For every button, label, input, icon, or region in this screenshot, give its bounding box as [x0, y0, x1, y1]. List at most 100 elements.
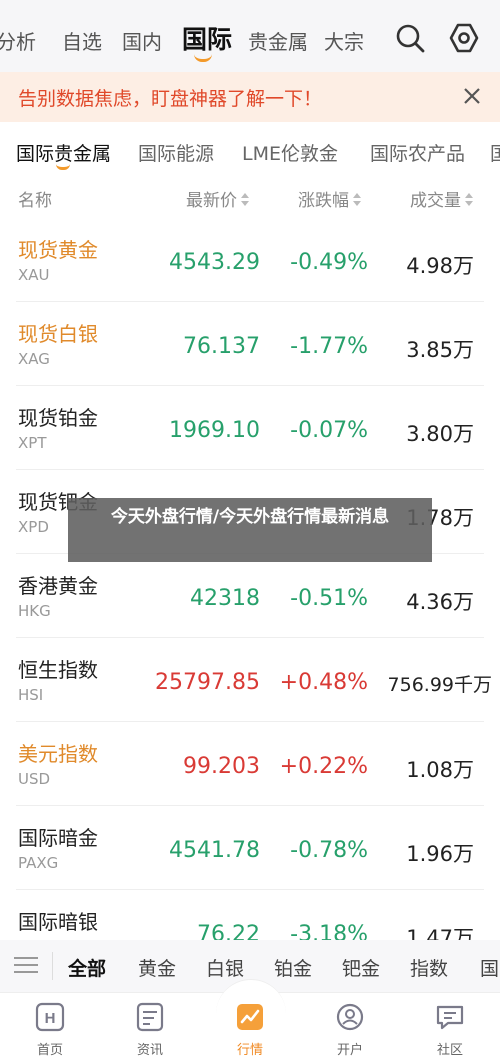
change-percent: -0.78%	[290, 838, 368, 863]
filter-silver[interactable]: 白银	[206, 954, 244, 981]
tabbar-item-account[interactable]: 开户	[320, 1001, 380, 1058]
tabbar-label: 开户	[336, 1043, 363, 1058]
instrument-code: XAU	[18, 266, 50, 284]
article-title-overlay: 今天外盘行情/今天外盘行情最新消息	[68, 498, 432, 562]
instrument-name: 恒生指数	[18, 658, 98, 682]
filter-separator	[52, 952, 53, 980]
instrument-code: XPT	[18, 434, 47, 452]
instrument-code: XPD	[18, 518, 49, 536]
instrument-code: XAG	[18, 350, 50, 368]
instrument-code: USD	[18, 770, 51, 788]
column-header-volume[interactable]: 成交量	[410, 186, 473, 211]
nav-tab-domestic[interactable]: 国内	[122, 26, 162, 55]
instrument-code: HKG	[18, 602, 51, 620]
latest-price: 42318	[190, 586, 260, 611]
change-percent: -0.07%	[290, 418, 368, 443]
sort-icon	[241, 193, 249, 207]
news-icon	[134, 1001, 166, 1033]
latest-price: 76.137	[183, 334, 260, 359]
change-percent: +0.48%	[279, 670, 368, 695]
instrument-name: 现货铂金	[18, 406, 98, 430]
promo-banner[interactable]: 告别数据焦虑，盯盘神器了解一下！	[0, 72, 500, 122]
volume: 756.99千万	[387, 674, 492, 696]
tabbar-item-community[interactable]: 社区	[420, 1001, 480, 1058]
latest-price: 4541.78	[169, 838, 260, 863]
column-header-change-label: 涨跌幅	[298, 191, 349, 211]
instrument-code: PAXG	[18, 854, 59, 872]
settings-hexagon-icon[interactable]	[448, 22, 480, 54]
instrument-name: 香港黄金	[18, 574, 98, 598]
category-tab-lme-london-gold[interactable]: LME伦敦金	[242, 139, 338, 166]
table-row[interactable]: 现货黄金 XAU 4543.29 -0.49% 4.98万	[0, 218, 500, 302]
filter-platinum[interactable]: 铂金	[274, 954, 312, 981]
instrument-name: 国际暗银	[18, 910, 98, 934]
table-row[interactable]: 美元指数 USD 99.203 +0.22% 1.08万	[0, 722, 500, 806]
tabbar-item-home[interactable]: H 首页	[20, 1001, 80, 1058]
tabbar-label: 行情	[236, 1043, 263, 1058]
column-header-name: 名称	[18, 191, 52, 211]
filter-index[interactable]: 指数	[410, 954, 448, 981]
category-active-indicator	[56, 164, 70, 170]
tabbar-item-news[interactable]: 资讯	[120, 1001, 180, 1058]
instrument-name: 国际暗金	[18, 826, 98, 850]
filter-all[interactable]: 全部	[68, 954, 106, 981]
latest-price: 25797.85	[155, 670, 260, 695]
search-icon[interactable]	[394, 22, 426, 54]
filter-more[interactable]: 国	[480, 954, 499, 981]
category-tab-intl-precious-metals[interactable]: 国际贵金属	[16, 139, 111, 166]
volume: 1.08万	[406, 758, 474, 782]
category-tab-more[interactable]: 国	[490, 139, 500, 166]
home-icon: H	[34, 1001, 66, 1033]
column-header-volume-label: 成交量	[410, 191, 461, 211]
instrument-name: 现货白银	[18, 322, 98, 346]
filter-gold[interactable]: 黄金	[138, 954, 176, 981]
column-header-price[interactable]: 最新价	[186, 186, 249, 211]
volume: 4.36万	[406, 590, 474, 614]
table-header: 名称 最新价 涨跌幅 成交量	[0, 176, 500, 216]
nav-tab-international[interactable]: 国际	[182, 20, 232, 56]
instrument-name: 美元指数	[18, 742, 98, 766]
instrument-code: HSI	[18, 686, 44, 704]
menu-icon[interactable]	[14, 954, 40, 976]
sort-icon	[353, 193, 361, 207]
account-icon	[334, 1001, 366, 1033]
promo-banner-text[interactable]: 告别数据焦虑，盯盘神器了解一下！	[18, 84, 322, 111]
nav-tab-analysis[interactable]: 分析	[0, 26, 36, 55]
category-tab-intl-energy[interactable]: 国际能源	[138, 139, 214, 166]
volume: 3.80万	[406, 422, 474, 446]
instrument-name: 现货黄金	[18, 238, 98, 262]
category-tabs: 国际贵金属 国际能源 LME伦敦金 国际农产品 国	[0, 124, 500, 174]
change-percent: +0.22%	[279, 754, 368, 779]
nav-tab-commodities[interactable]: 大宗	[324, 26, 364, 55]
volume: 1.96万	[406, 842, 474, 866]
tabbar-item-market[interactable]: 行情	[220, 1001, 280, 1058]
table-row[interactable]: 香港黄金 HKG 42318 -0.51% 4.36万	[0, 554, 500, 638]
volume: 4.98万	[406, 254, 474, 278]
table-row[interactable]: 国际暗金 PAXG 4541.78 -0.78% 1.96万	[0, 806, 500, 890]
change-percent: -0.49%	[290, 250, 368, 275]
table-row[interactable]: 现货铂金 XPT 1969.10 -0.07% 3.80万	[0, 386, 500, 470]
bottom-tab-bar: H 首页 资讯 行情 开户 社区	[0, 979, 500, 1062]
top-navigation: 分析 自选 国内 国际 贵金属 大宗	[0, 0, 500, 72]
change-percent: -1.77%	[290, 334, 368, 359]
change-percent: -0.51%	[290, 586, 368, 611]
latest-price: 99.203	[183, 754, 260, 779]
sort-icon	[465, 193, 473, 207]
volume: 3.85万	[406, 338, 474, 362]
table-row[interactable]: 恒生指数 HSI 25797.85 +0.48% 756.99千万	[0, 638, 500, 722]
column-header-price-label: 最新价	[186, 191, 237, 211]
community-icon	[434, 1001, 466, 1033]
column-header-change[interactable]: 涨跌幅	[298, 186, 361, 211]
close-icon[interactable]	[458, 82, 486, 110]
market-icon	[234, 1001, 266, 1033]
tabbar-label: 首页	[36, 1043, 63, 1058]
nav-tab-precious-metals[interactable]: 贵金属	[248, 26, 308, 55]
table-row[interactable]: 现货白银 XAG 76.137 -1.77% 3.85万	[0, 302, 500, 386]
nav-tab-watchlist[interactable]: 自选	[62, 26, 102, 55]
active-tab-indicator	[194, 54, 212, 62]
tabbar-label: 社区	[436, 1043, 463, 1058]
tabbar-label: 资讯	[136, 1043, 163, 1058]
latest-price: 4543.29	[169, 250, 260, 275]
filter-palladium[interactable]: 钯金	[342, 954, 380, 981]
category-tab-intl-agriculture[interactable]: 国际农产品	[370, 139, 465, 166]
